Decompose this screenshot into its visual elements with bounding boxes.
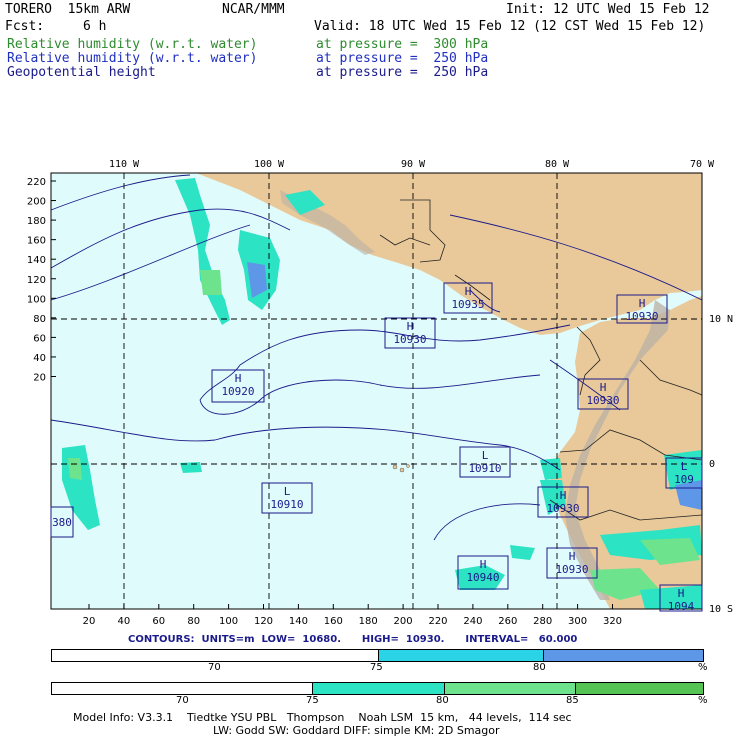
pressure-center-value: 1094 xyxy=(668,600,695,613)
cb1-tick-75: 75 xyxy=(370,662,383,673)
pressure-center-value: 10910 xyxy=(270,498,303,511)
pressure-center-type: L xyxy=(482,449,489,462)
colorbar2-seg-3 xyxy=(575,683,703,694)
pressure-center-type: L xyxy=(284,485,291,498)
pressure-center-type: H xyxy=(678,587,685,600)
cb2-unit: % xyxy=(698,695,708,706)
left-tick-label: 80 xyxy=(33,314,46,325)
left-tick-label: 120 xyxy=(27,275,46,286)
pressure-center-value: 380 xyxy=(52,516,72,529)
bottom-tick-label: 100 xyxy=(219,616,238,627)
pressure-center-value: 10910 xyxy=(468,462,501,475)
lon-label-110w: 110 W xyxy=(109,159,140,170)
bottom-tick-label: 220 xyxy=(428,616,447,627)
pressure-center-value: 10920 xyxy=(221,385,254,398)
cb1-tick-70: 70 xyxy=(208,662,221,673)
bottom-tick-label: 40 xyxy=(118,616,131,627)
bottom-tick-label: 300 xyxy=(568,616,587,627)
pressure-center-type: H xyxy=(560,489,567,502)
pressure-center-value: 10935 xyxy=(451,298,484,311)
lat-label-10n: 10 N xyxy=(709,314,733,325)
bottom-tick-label: 20 xyxy=(83,616,96,627)
cb2-tick-85: 85 xyxy=(566,695,579,706)
left-tick-label: 100 xyxy=(27,294,46,305)
cb1-unit: % xyxy=(698,662,708,673)
left-tick-label: 220 xyxy=(27,177,46,188)
bottom-tick-label: 200 xyxy=(394,616,413,627)
bottom-tick-label: 80 xyxy=(187,616,200,627)
pressure-center-type: H xyxy=(407,320,414,333)
colorbar-rh-300 xyxy=(51,682,704,695)
physics-info: LW: Godd SW: Goddard DIFF: simple KM: 2D… xyxy=(213,724,500,737)
cb2-tick-70: 70 xyxy=(176,695,189,706)
cb2-tick-75: 75 xyxy=(306,695,319,706)
lon-label-70w: 70 W xyxy=(690,159,715,170)
colorbar-rh-250 xyxy=(51,649,704,662)
left-tick-label: 40 xyxy=(33,353,46,364)
pressure-center-value: 10940 xyxy=(466,571,499,584)
bottom-tick-label: 60 xyxy=(152,616,165,627)
pressure-center-type: H xyxy=(465,285,472,298)
pressure-center-type: H xyxy=(235,372,242,385)
colorbar1-seg-1 xyxy=(378,650,544,661)
left-tick-label: 200 xyxy=(27,197,46,208)
pressure-center-value: 10930 xyxy=(393,333,426,346)
left-tick-label: 160 xyxy=(27,236,46,247)
contours-info: CONTOURS: UNITS=m LOW= 10680. HIGH= 1093… xyxy=(128,634,578,645)
pressure-center-value: 10930 xyxy=(546,502,579,515)
pressure-center-type: L xyxy=(681,460,688,473)
pressure-center-value: 10930 xyxy=(586,394,619,407)
bottom-tick-label: 280 xyxy=(533,616,552,627)
left-tick-label: 180 xyxy=(27,216,46,227)
bottom-tick-label: 120 xyxy=(254,616,273,627)
colorbar1-seg-0 xyxy=(52,650,379,661)
colorbar2-seg-1 xyxy=(313,683,445,694)
pressure-center-value: 10930 xyxy=(555,563,588,576)
bottom-tick-label: 240 xyxy=(463,616,482,627)
bottom-tick-label: 260 xyxy=(498,616,517,627)
bottom-tick-label: 320 xyxy=(603,616,622,627)
colorbar2-seg-2 xyxy=(444,683,576,694)
model-info: Model Info: V3.3.1 Tiedtke YSU PBL Thomp… xyxy=(73,711,572,724)
pressure-center-type: H xyxy=(600,381,607,394)
pressure-center-type: H xyxy=(569,550,576,563)
weather-map: 110 W 100 W 90 W 80 W 70 W 10 N 0 10 S 2… xyxy=(27,159,733,627)
bottom-tick-label: 140 xyxy=(289,616,308,627)
left-tick-label: 20 xyxy=(33,373,46,384)
left-tick-label: 60 xyxy=(33,333,46,344)
left-tick-label: 140 xyxy=(27,255,46,266)
lat-label-0: 0 xyxy=(709,459,715,470)
colorbar1-seg-2 xyxy=(543,650,703,661)
pressure-center-type: H xyxy=(480,558,487,571)
bottom-tick-label: 180 xyxy=(359,616,378,627)
pressure-center-value: 10930 xyxy=(625,310,658,323)
pressure-center-value: 109 xyxy=(674,473,694,486)
lon-label-90w: 90 W xyxy=(401,159,426,170)
cb1-tick-80: 80 xyxy=(533,662,546,673)
lat-label-10s: 10 S xyxy=(709,604,733,615)
lon-label-80w: 80 W xyxy=(545,159,570,170)
colorbar2-seg-0 xyxy=(52,683,314,694)
cb2-tick-80: 80 xyxy=(436,695,449,706)
bottom-tick-label: 160 xyxy=(324,616,343,627)
lon-label-100w: 100 W xyxy=(254,159,285,170)
pressure-center-type: H xyxy=(639,297,646,310)
